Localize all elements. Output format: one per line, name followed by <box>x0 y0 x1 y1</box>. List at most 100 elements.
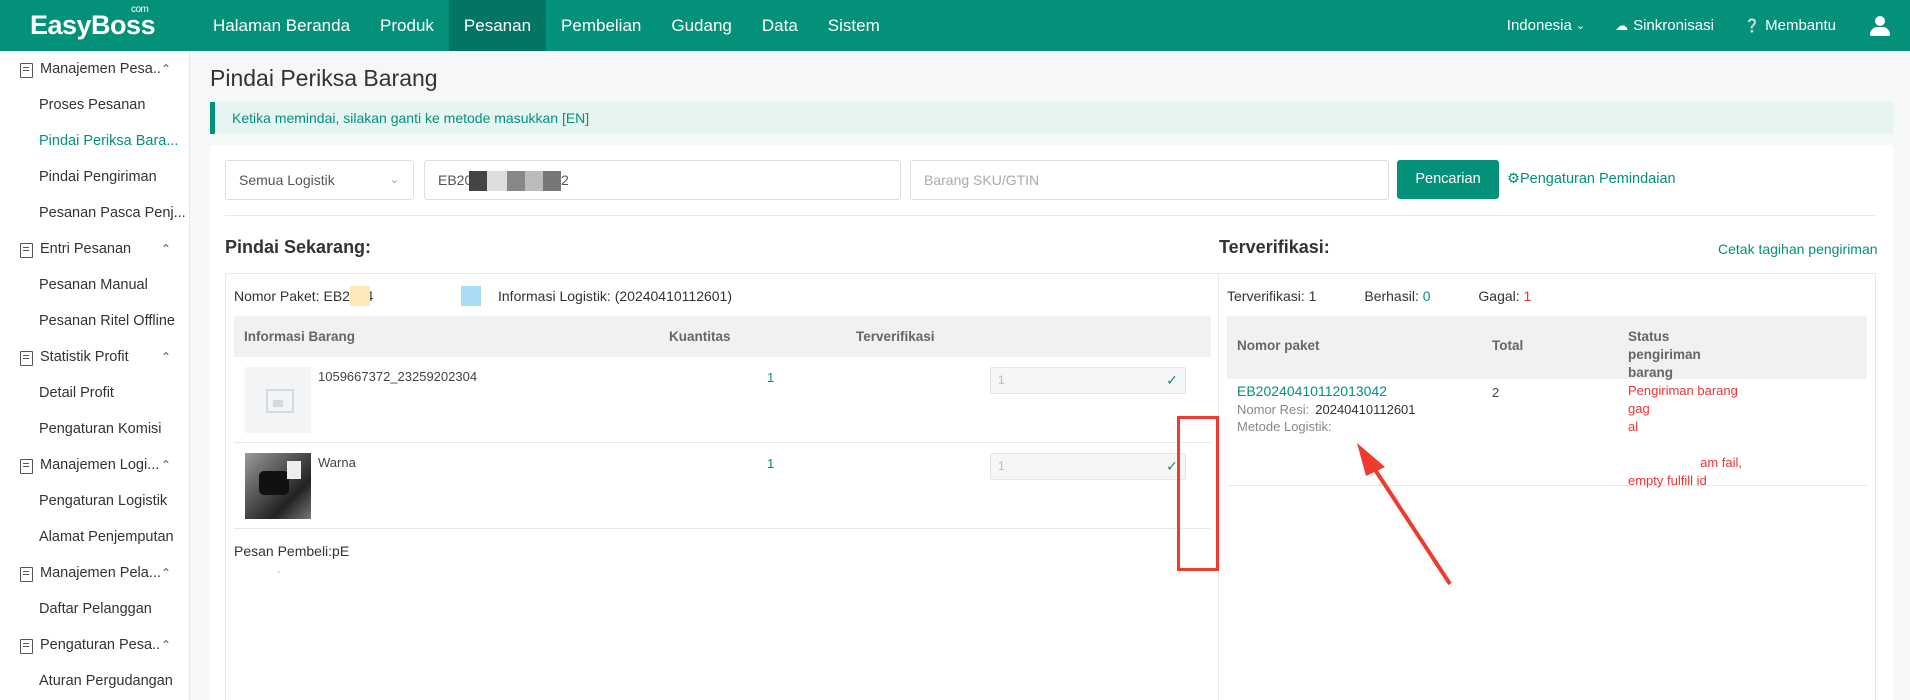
order-number-input[interactable]: EB20 2 <box>424 160 901 200</box>
column-header: Terverifikasi <box>856 329 935 344</box>
sidebar-group-order-settings[interactable]: Pengaturan Pesa... ⌃ <box>0 627 189 663</box>
help-label: Membantu <box>1765 17 1836 34</box>
table-row: 1059667372_23259202304 1 1 ✓ <box>234 357 1211 443</box>
settings-icon <box>18 638 34 654</box>
photo-card <box>287 461 301 479</box>
sync-label: Sinkronisasi <box>1633 17 1714 34</box>
print-invoice-link[interactable]: Cetak tagihan pengiriman <box>1718 241 1878 257</box>
chevron-down-icon: ⌄ <box>389 174 399 186</box>
redacted-block <box>543 171 561 191</box>
nav-beranda[interactable]: Halaman Beranda <box>198 0 365 51</box>
order-icon <box>18 62 34 78</box>
language-label: Indonesia <box>1506 17 1572 34</box>
search-button[interactable]: Pencarian <box>1397 160 1499 199</box>
items-table-header: Informasi Barang Kuantitas Terverifikasi <box>234 316 1211 357</box>
logistics-select[interactable]: Semua Logistik ⌄ <box>225 160 414 200</box>
redacted-swatch <box>461 286 481 306</box>
sidebar-item-pasca-penjualan[interactable]: Pesanan Pasca Penj... <box>0 195 189 231</box>
notice-banner: Ketika memindai, silakan ganti ke metode… <box>210 102 1893 134</box>
nav-sistem[interactable]: Sistem <box>813 0 895 51</box>
logistics-info: Informasi Logistik: (20240410112601) <box>498 288 733 304</box>
scan-settings-label: Pengaturan Pemindaian <box>1520 171 1676 187</box>
sidebar-group-label: Entri Pesanan <box>40 241 132 257</box>
truck-icon <box>18 458 34 474</box>
help-button[interactable]: ❔ Membantu <box>1744 17 1836 34</box>
tracking-value: 20240410112601 <box>1315 402 1416 417</box>
package-number-link[interactable]: EB20240410112013042 <box>1237 383 1387 399</box>
cloud-icon: ☁ <box>1615 17 1629 33</box>
sidebar-item-detail-profit[interactable]: Detail Profit <box>0 375 189 411</box>
verified-qty-value: 1 <box>998 459 1005 473</box>
nav-pembelian[interactable]: Pembelian <box>546 0 656 51</box>
sidebar-group-label: Manajemen Pesa... <box>40 61 161 77</box>
success-count: 0 <box>1422 288 1431 304</box>
logistics-method: Metode Logistik: <box>1237 419 1332 434</box>
column-header: Informasi Barang <box>244 329 356 344</box>
sidebar-item-pengaturan-logistik[interactable]: Pengaturan Logistik <box>0 483 189 519</box>
sidebar-group-customers[interactable]: Manajemen Pela... ⌃ <box>0 555 189 591</box>
gear-icon: ⚙ <box>1507 171 1520 187</box>
sidebar: Manajemen Pesa... ⌃ Proses Pesanan Pinda… <box>0 51 190 700</box>
help-icon: ❔ <box>1743 17 1761 33</box>
sidebar-item-proses-pesanan[interactable]: Proses Pesanan <box>0 87 189 123</box>
chevron-up-icon: ⌃ <box>160 62 171 76</box>
sidebar-item-pengaturan-komisi[interactable]: Pengaturan Komisi <box>0 411 189 447</box>
sidebar-group-label: Manajemen Pela... <box>40 565 161 581</box>
sku-input-placeholder: Barang SKU/GTIN <box>924 172 1040 188</box>
buyer-message: Pesan Pembeli:pE <box>234 543 350 559</box>
status-reason: am fail, empty fulfill id <box>1628 454 1748 490</box>
table-row: EB20240410112013042 Nomor Resi: 202404101… <box>1227 379 1867 488</box>
profit-icon <box>18 350 34 366</box>
logo[interactable]: EasyBoss com <box>0 4 190 41</box>
sidebar-item-daftar-pelanggan[interactable]: Daftar Pelanggan <box>0 591 189 627</box>
sync-button[interactable]: ☁ Sinkronisasi <box>1615 17 1714 34</box>
chevron-up-icon: ⌃ <box>160 566 171 580</box>
column-header: Kuantitas <box>669 329 731 344</box>
nav-pesanan[interactable]: Pesanan <box>448 0 547 51</box>
sidebar-item-pindai-periksa[interactable]: Pindai Periksa Bara... <box>0 123 189 159</box>
sidebar-item-pindai-pengiriman[interactable]: Pindai Pengiriman <box>0 159 189 195</box>
fail-count: 1 <box>1523 288 1532 304</box>
column-header: Nomor paket <box>1237 338 1320 353</box>
verified-qty-value: 1 <box>998 373 1005 387</box>
verified-table-header: Nomor paket Total Status pengiriman bara… <box>1227 316 1867 380</box>
order-number-suffix: 2 <box>561 172 569 188</box>
sidebar-item-pesanan-manual[interactable]: Pesanan Manual <box>0 267 189 303</box>
sidebar-group-label: Manajemen Logi... <box>40 457 160 473</box>
product-photo[interactable] <box>245 453 311 519</box>
photo-device <box>259 471 289 495</box>
highlight-box <box>1177 416 1219 571</box>
sidebar-group-label: Pengaturan Pesa... <box>40 637 161 653</box>
sidebar-group-label: Statistik Profit <box>40 349 129 365</box>
page-title: Pindai Periksa Barang <box>210 65 438 91</box>
tracking-number: Nomor Resi: 20240410112601 <box>1237 402 1416 417</box>
sidebar-group-orders[interactable]: Manajemen Pesa... ⌃ <box>0 51 189 87</box>
sidebar-item-ritel-offline[interactable]: Pesanan Ritel Offline <box>0 303 189 339</box>
status-text: am fail, <box>1700 455 1742 470</box>
nav-gudang[interactable]: Gudang <box>656 0 747 51</box>
user-icon[interactable] <box>1870 15 1890 36</box>
column-header: Status pengiriman barang <box>1628 329 1701 380</box>
language-selector[interactable]: Indonesia ⌄ <box>1507 17 1585 34</box>
verified-box: Terverifikasi: 1 Berhasil: 0 Gagal: 1 No… <box>1219 273 1876 700</box>
verification-stats: Terverifikasi: 1 Berhasil: 0 Gagal: 1 <box>1227 288 1531 304</box>
sidebar-group-profit[interactable]: Statistik Profit ⌃ <box>0 339 189 375</box>
status-text: al <box>1628 419 1639 434</box>
sidebar-item-aturan-pergudangan[interactable]: Aturan Pergudangan <box>0 663 189 699</box>
customer-icon <box>18 566 34 582</box>
nav-produk[interactable]: Produk <box>365 0 449 51</box>
sidebar-group-logistics[interactable]: Manajemen Logi... ⌃ <box>0 447 189 483</box>
scan-settings-link[interactable]: ⚙Pengaturan Pemindaian <box>1507 160 1676 199</box>
sidebar-item-alamat-penjemputan[interactable]: Alamat Penjemputan <box>0 519 189 555</box>
package-number-value: EB20240410112013042 <box>1237 383 1388 399</box>
check-icon: ✓ <box>1166 372 1178 388</box>
sku-input[interactable]: Barang SKU/GTIN <box>910 160 1389 200</box>
chevron-down-icon: ⌄ <box>1575 20 1586 32</box>
placeholder-image-icon <box>245 367 311 433</box>
nav-data[interactable]: Data <box>747 0 813 51</box>
scan-now-heading: Pindai Sekarang: <box>225 237 372 257</box>
verified-qty-input: 1 <box>990 453 1186 480</box>
verified-qty-input: 1 <box>990 367 1186 394</box>
sidebar-group-entry[interactable]: Entri Pesanan ⌃ <box>0 231 189 267</box>
redacted-block <box>469 171 487 191</box>
